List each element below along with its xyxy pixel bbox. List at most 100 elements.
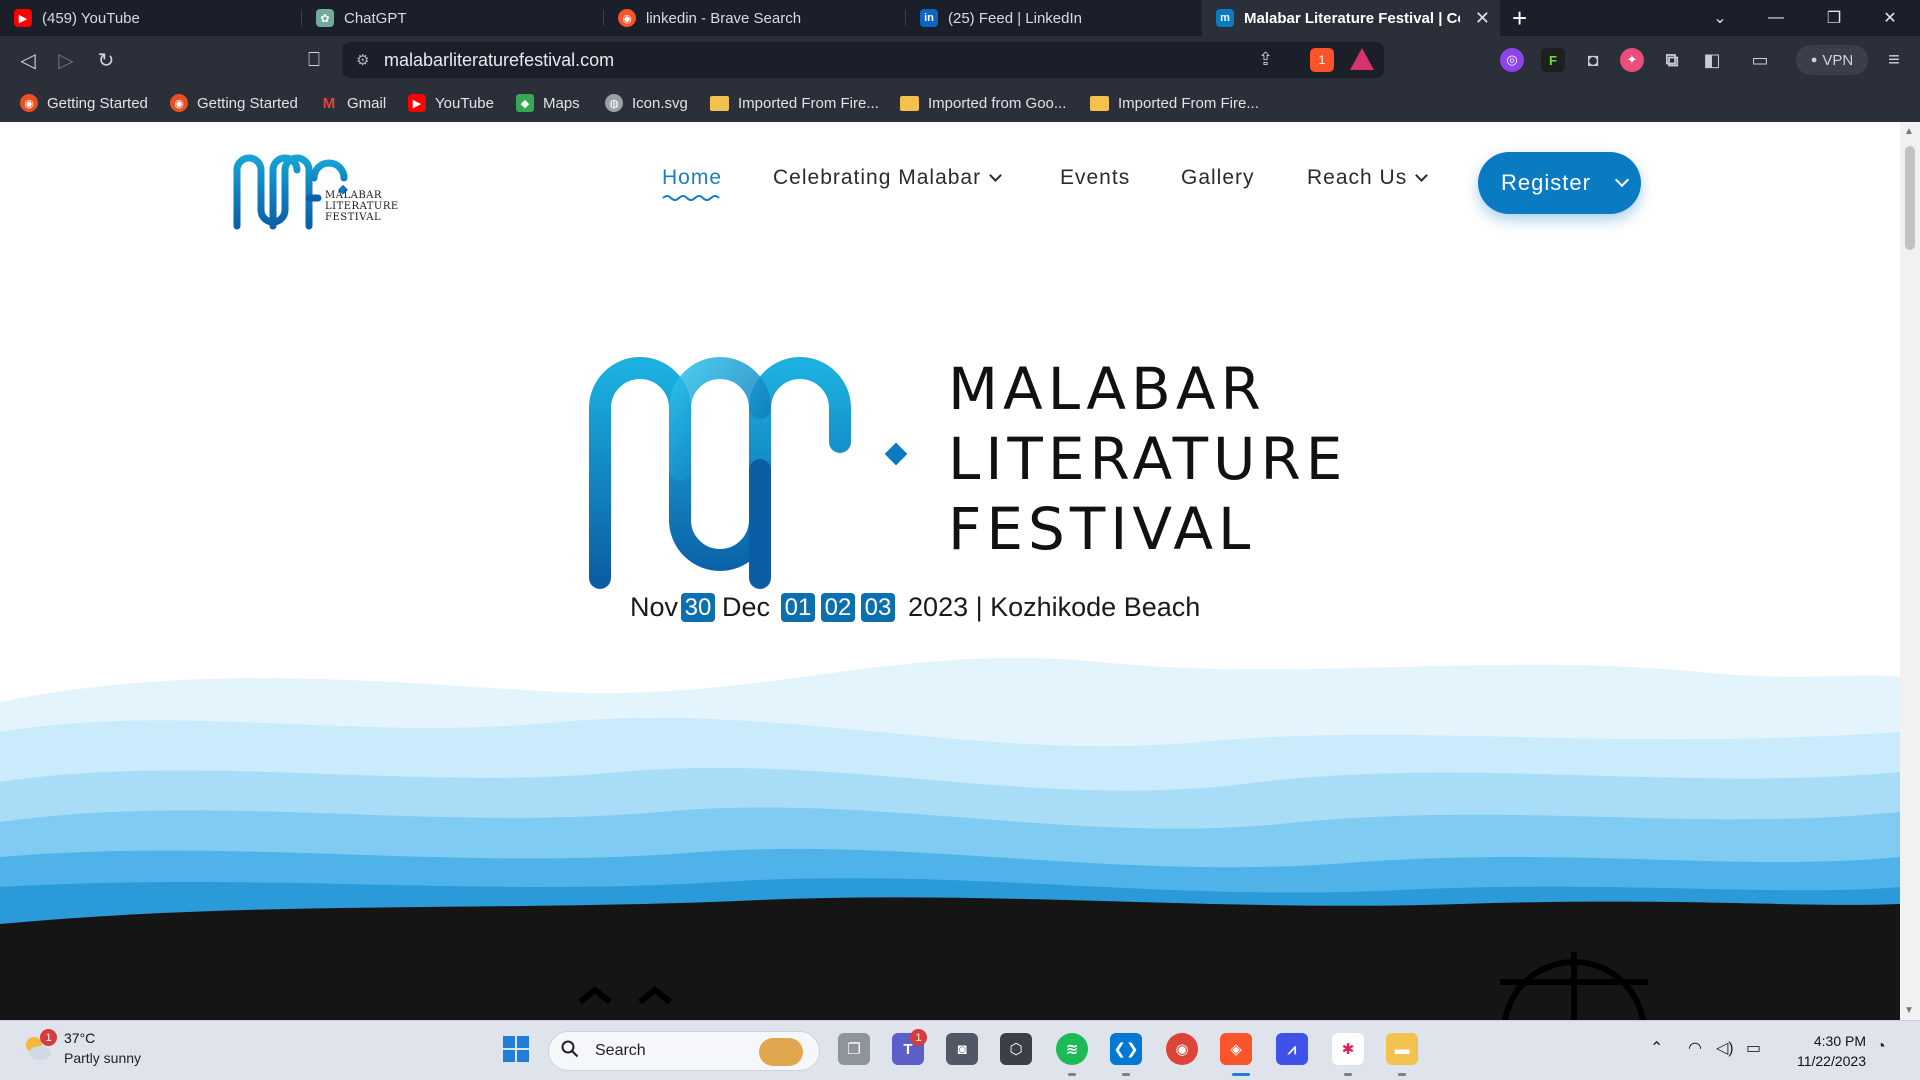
hero-title: MALABAR LITERATURE FESTIVAL: [948, 354, 1347, 564]
bookmark-folder-firefox[interactable]: Imported From Fire...: [710, 92, 879, 114]
hero-title-line: FESTIVAL: [948, 495, 1256, 563]
sidebar-icon[interactable]: ◧: [1700, 48, 1724, 72]
bookmark-getting-started[interactable]: ◉ Getting Started: [20, 92, 148, 114]
date-day-box: 01: [781, 593, 816, 622]
bookmark-label: Icon.svg: [632, 94, 688, 112]
brave-shields-icon[interactable]: 1: [1310, 48, 1334, 72]
scroll-up-icon[interactable]: ▲: [1904, 126, 1914, 137]
search-label: Search: [595, 1042, 646, 1059]
spotify-icon[interactable]: ≋: [1056, 1033, 1088, 1065]
camera-extension-icon[interactable]: ◘: [1581, 48, 1605, 72]
tab-brave-search[interactable]: ◉ linkedin - Brave Search: [604, 0, 906, 36]
bookmark-icon-svg[interactable]: ◍ Icon.svg: [605, 92, 688, 114]
tab-title: ChatGPT: [344, 9, 407, 27]
vpn-button[interactable]: ● VPN: [1796, 45, 1868, 75]
bookmarks-bar: ◉ Getting Started ◉ Getting Started M Gm…: [0, 84, 1920, 122]
scroll-thumb[interactable]: [1905, 146, 1915, 250]
nav-home[interactable]: Home: [662, 166, 722, 190]
logo-word: MALABAR: [325, 190, 382, 201]
folder-icon: [710, 95, 729, 111]
register-button[interactable]: Register: [1478, 152, 1641, 214]
tab-linkedin[interactable]: in (25) Feed | LinkedIn: [906, 0, 1202, 36]
new-tab-button[interactable]: +: [1512, 3, 1527, 34]
date-year-location: 2023 | Kozhikode Beach: [908, 592, 1201, 622]
bookmark-getting-started-2[interactable]: ◉ Getting Started: [170, 92, 298, 114]
extension-colorful-icon[interactable]: ✦: [1620, 48, 1644, 72]
close-tab-icon[interactable]: ✕: [1475, 8, 1490, 29]
slack-icon[interactable]: ✱: [1332, 1033, 1364, 1065]
tab-list-chevron-icon[interactable]: ⌄: [1692, 0, 1748, 36]
tab-chatgpt[interactable]: ✿ ChatGPT: [302, 0, 604, 36]
nav-active-underline: [662, 195, 720, 201]
youtube-icon: ▶: [14, 9, 32, 27]
linkedin-icon: in: [920, 9, 938, 27]
logo-word: LITERATURE: [325, 201, 399, 212]
chevron-down-icon: [989, 168, 1002, 182]
date-day-box: 30: [681, 593, 716, 622]
nav-celebrating-malabar[interactable]: Celebrating Malabar: [773, 166, 1002, 190]
logo-word: FESTIVAL: [325, 212, 382, 223]
register-label: Register: [1501, 170, 1591, 195]
brave-rewards-icon[interactable]: [1350, 48, 1374, 70]
bookmark-gmail[interactable]: M Gmail: [320, 92, 386, 114]
ai-app-icon[interactable]: ⩘: [1276, 1033, 1308, 1065]
taskbar-search[interactable]: Search: [548, 1031, 820, 1071]
dev-app-icon[interactable]: ⬡: [1000, 1033, 1032, 1065]
bookmark-folder-firefox-2[interactable]: Imported From Fire...: [1090, 92, 1259, 114]
back-icon[interactable]: ◁: [12, 44, 44, 76]
wifi-icon[interactable]: ◠: [1688, 1038, 1702, 1058]
bookmark-label: Getting Started: [47, 94, 148, 112]
url-text[interactable]: malabarliteraturefestival.com: [384, 50, 614, 71]
extension-green-icon[interactable]: F: [1541, 48, 1565, 72]
extension-purple-icon[interactable]: ◎: [1500, 48, 1524, 72]
page-scrollbar[interactable]: ▲ ▼: [1900, 122, 1920, 1020]
battery-icon[interactable]: ▭: [1746, 1038, 1761, 1058]
minimize-button[interactable]: —: [1748, 0, 1804, 36]
brave-icon[interactable]: ◈: [1220, 1033, 1252, 1065]
tab-title: Malabar Literature Festival | Cele: [1244, 9, 1460, 27]
taskbar-clock[interactable]: 4:30 PM 11/22/2023: [1786, 1031, 1866, 1071]
volume-icon[interactable]: ◁): [1716, 1038, 1734, 1058]
tab-malabar-literature-festival[interactable]: m Malabar Literature Festival | Cele ✕: [1202, 0, 1500, 36]
scroll-down-icon[interactable]: ▼: [1904, 1005, 1914, 1016]
menu-icon[interactable]: ≡: [1878, 44, 1910, 76]
windows-start-icon[interactable]: [500, 1033, 532, 1065]
forward-icon[interactable]: ▷: [50, 44, 82, 76]
date-day-box: 03: [861, 593, 896, 622]
bookmark-label: Maps: [543, 94, 580, 112]
reload-icon[interactable]: ↻: [90, 44, 122, 76]
hero-title-line: MALABAR: [948, 355, 1266, 423]
bookmark-youtube[interactable]: ▶ YouTube: [408, 92, 494, 114]
site-logo-text: MALABAR LITERATURE FESTIVAL: [325, 190, 399, 223]
restore-button[interactable]: ❐: [1806, 0, 1862, 36]
tab-title: linkedin - Brave Search: [646, 9, 802, 27]
chatgpt-icon: ✿: [316, 9, 334, 27]
site-settings-icon[interactable]: ⚙: [356, 51, 369, 69]
nav-label: Reach Us: [1307, 166, 1408, 189]
nav-events[interactable]: Events: [1060, 166, 1130, 190]
search-icon: [561, 1040, 579, 1058]
notifications-bell-icon[interactable]: ◔: [1876, 1038, 1886, 1056]
browser-toolbar: ◁ ▷ ↻ ⎕ ⚙ malabarliteraturefestival.com …: [0, 36, 1920, 84]
show-hidden-icons-chevron-icon[interactable]: ⌃: [1650, 1038, 1663, 1058]
nav-gallery[interactable]: Gallery: [1181, 166, 1255, 190]
share-icon[interactable]: ⇪: [1258, 49, 1273, 70]
bookmark-icon[interactable]: ⎕: [298, 44, 330, 76]
wallet-icon[interactable]: ▭: [1748, 48, 1772, 72]
date-month: Dec: [722, 592, 771, 622]
tab-youtube[interactable]: ▶ (459) YouTube: [0, 0, 302, 36]
nav-reach-us[interactable]: Reach Us: [1307, 166, 1429, 190]
vscode-icon[interactable]: ❮❯: [1110, 1033, 1142, 1065]
close-window-button[interactable]: ✕: [1862, 0, 1918, 36]
extensions-puzzle-icon[interactable]: ⧉: [1660, 48, 1684, 72]
notification-badge: 1: [910, 1029, 927, 1046]
task-view-icon[interactable]: ❐: [838, 1033, 870, 1065]
file-explorer-icon[interactable]: ▬: [1386, 1033, 1418, 1065]
bookmark-folder-google[interactable]: Imported from Goo...: [900, 92, 1066, 114]
notification-badge: 1: [40, 1029, 57, 1046]
chrome-icon[interactable]: ◉: [1166, 1033, 1198, 1065]
bookmark-maps[interactable]: ◆ Maps: [516, 92, 580, 114]
camera-app-icon[interactable]: ◙: [946, 1033, 978, 1065]
shields-count: 1: [1318, 53, 1326, 67]
address-bar[interactable]: ⚙ malabarliteraturefestival.com ⇪ 1: [342, 42, 1384, 78]
